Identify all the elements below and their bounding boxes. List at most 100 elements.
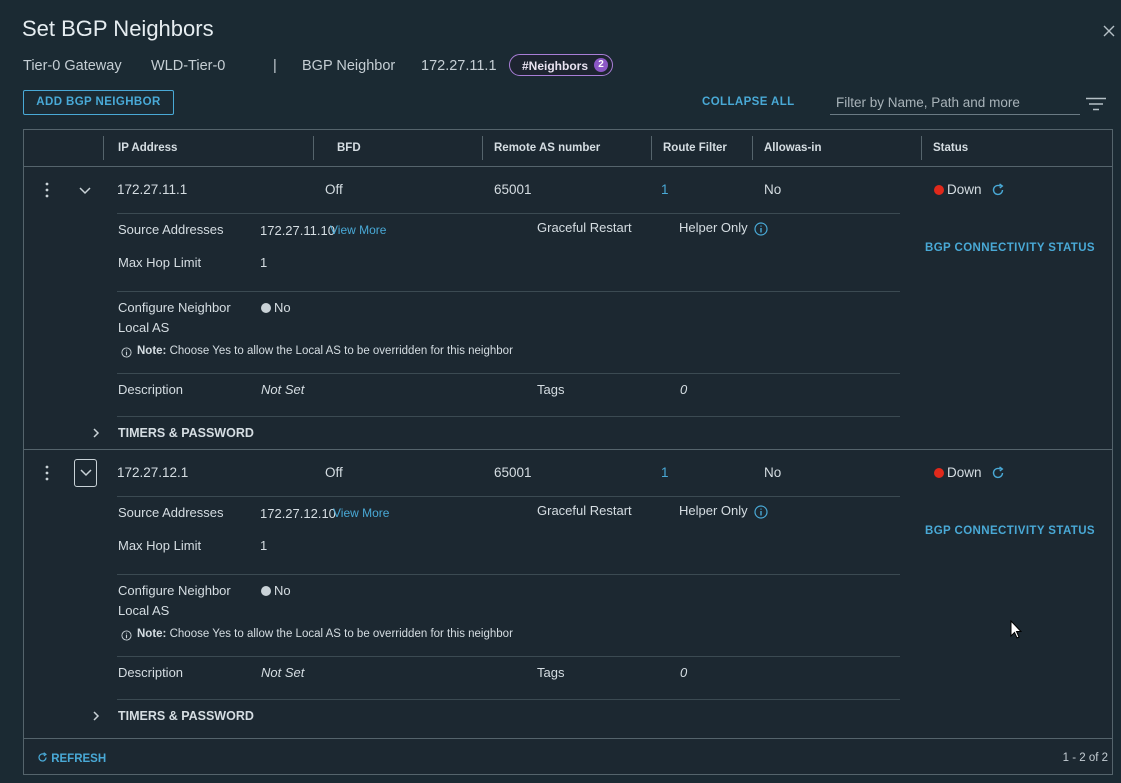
column-separator [482, 136, 483, 160]
bgp-connectivity-status-link[interactable]: BGP CONNECTIVITY STATUS [925, 525, 1095, 537]
column-allowas-in[interactable]: Allowas-in [764, 142, 822, 154]
configure-neighbor-label: Configure Neighbor [118, 583, 231, 598]
divider [117, 291, 900, 292]
chevron-right-icon[interactable] [89, 426, 103, 440]
divider [117, 373, 900, 374]
column-remote-as[interactable]: Remote AS number [494, 142, 600, 154]
filter-input[interactable] [830, 91, 1080, 115]
timers-password-toggle[interactable]: TIMERS & PASSWORD [118, 709, 254, 723]
filter-icon[interactable] [1086, 97, 1106, 111]
status-badge: Down [934, 182, 982, 197]
mouse-cursor-icon [1010, 620, 1022, 639]
refresh-icon[interactable] [991, 466, 1005, 480]
divider [117, 496, 900, 497]
view-more-link[interactable]: View More [333, 506, 389, 520]
tags-label: Tags [537, 665, 565, 680]
collapse-all-button[interactable]: COLLAPSE ALL [702, 96, 795, 108]
info-icon[interactable] [754, 505, 768, 519]
subheader-divider: | [273, 58, 277, 74]
divider [117, 574, 900, 575]
allowas-in-value: No [764, 182, 782, 197]
configure-neighbor-label-2: Local AS [118, 603, 170, 618]
remote-as-value: 65001 [494, 182, 532, 197]
row-divider [24, 449, 1112, 450]
local-as-value: No [274, 583, 291, 598]
local-as-value: No [274, 300, 291, 315]
divider [117, 699, 900, 700]
chevron-down-icon[interactable] [76, 182, 94, 200]
add-bgp-neighbor-button[interactable]: ADD BGP NEIGHBOR [23, 90, 174, 115]
column-separator [752, 136, 753, 160]
bgp-connectivity-status-link[interactable]: BGP CONNECTIVITY STATUS [925, 242, 1095, 254]
tags-value: 0 [680, 382, 688, 397]
description-value: Not Set [261, 382, 305, 397]
bfd-value: Off [325, 182, 343, 197]
description-label: Description [118, 382, 184, 397]
note-text: Note: Choose Yes to allow the Local AS t… [137, 628, 513, 640]
note-bold: Note: [137, 345, 167, 357]
tags-label: Tags [537, 382, 565, 397]
note-bold: Note: [137, 628, 167, 640]
neighbor-value: 172.27.11.1 [421, 58, 497, 74]
neighbors-grid: IP Address BFD Remote AS number Route Fi… [23, 129, 1113, 775]
source-addresses-label: Source Addresses [118, 222, 224, 237]
divider [117, 416, 900, 417]
expand-toggle[interactable] [74, 459, 97, 487]
info-icon [121, 347, 132, 358]
kebab-menu-icon[interactable] [43, 182, 51, 198]
column-bfd[interactable]: BFD [337, 142, 361, 154]
column-route-filter[interactable]: Route Filter [663, 142, 727, 154]
max-hop-limit-value: 1 [260, 538, 268, 553]
neighbors-badge: #Neighbors 2 [509, 54, 613, 76]
configure-neighbor-label: Configure Neighbor [118, 300, 231, 315]
remote-as-value: 65001 [494, 465, 532, 480]
gateway-label: Tier-0 Gateway [23, 58, 122, 74]
ip-address: 172.27.12.1 [117, 465, 189, 480]
route-filter-link[interactable]: 1 [661, 182, 669, 197]
source-address-value: 172.27.12.10 [260, 506, 336, 521]
badge-count: 2 [594, 58, 608, 72]
max-hop-limit-label: Max Hop Limit [118, 255, 202, 270]
source-address-value: 172.27.11.10 [260, 223, 335, 238]
grid-header: IP Address BFD Remote AS number Route Fi… [24, 130, 1112, 167]
close-icon[interactable] [1102, 24, 1116, 38]
ip-address: 172.27.11.1 [117, 182, 188, 197]
timers-password-toggle[interactable]: TIMERS & PASSWORD [118, 426, 254, 440]
neighbor-label: BGP Neighbor [302, 58, 396, 74]
status-text: Down [947, 182, 982, 197]
status-dot-icon [934, 468, 944, 478]
chevron-right-icon[interactable] [89, 709, 103, 723]
note-text: Note: Choose Yes to allow the Local AS t… [137, 345, 513, 357]
column-separator [313, 136, 314, 160]
note-body: Choose Yes to allow the Local AS to be o… [169, 628, 513, 640]
kebab-menu-icon[interactable] [43, 465, 51, 481]
source-addresses-label: Source Addresses [118, 505, 224, 520]
chevron-down-icon [80, 469, 92, 477]
route-filter-link[interactable]: 1 [661, 465, 669, 480]
divider [117, 656, 900, 657]
info-icon [121, 630, 132, 641]
info-icon[interactable] [754, 222, 768, 236]
view-more-link[interactable]: View More [330, 223, 386, 237]
bfd-value: Off [325, 465, 343, 480]
toggle-off-icon [261, 303, 271, 313]
modal-title: Set BGP Neighbors [22, 16, 214, 41]
status-dot-icon [934, 185, 944, 195]
graceful-restart-value: Helper Only [679, 220, 748, 235]
graceful-restart-value: Helper Only [679, 503, 748, 518]
refresh-icon[interactable] [991, 183, 1005, 197]
configure-neighbor-label-2: Local AS [118, 320, 170, 335]
status-badge: Down [934, 465, 982, 480]
status-text: Down [947, 465, 982, 480]
local-as-toggle[interactable]: No [261, 300, 291, 315]
graceful-restart-label: Graceful Restart [537, 220, 632, 235]
allowas-in-value: No [764, 465, 782, 480]
description-label: Description [118, 665, 184, 680]
column-ip-address[interactable]: IP Address [118, 142, 177, 154]
local-as-toggle[interactable]: No [261, 583, 291, 598]
max-hop-limit-value: 1 [260, 255, 268, 270]
pagination-text: 1 - 2 of 2 [1062, 752, 1108, 764]
grid-footer: REFRESH 1 - 2 of 2 [24, 738, 1112, 774]
column-status[interactable]: Status [933, 142, 968, 154]
refresh-button[interactable]: REFRESH [37, 752, 106, 765]
